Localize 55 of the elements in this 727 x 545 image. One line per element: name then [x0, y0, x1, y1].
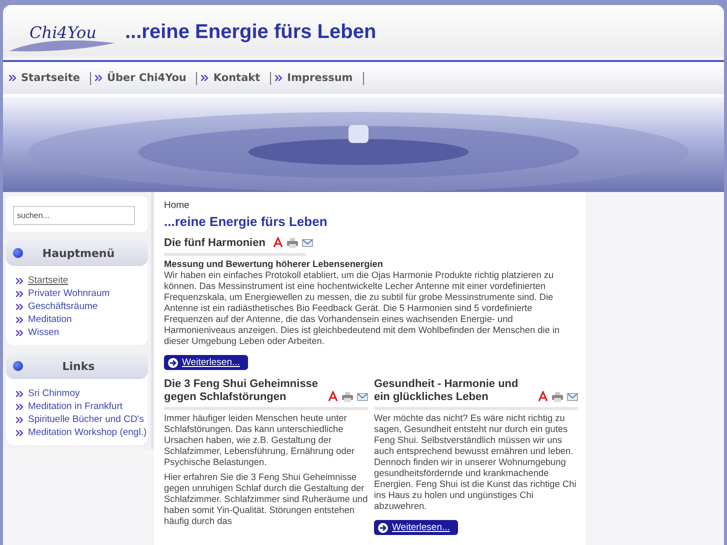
arrow-icon	[378, 522, 388, 532]
email-icon[interactable]	[302, 238, 314, 246]
email-icon[interactable]	[357, 392, 368, 400]
article-text: Hier erfahren Sie die 3 Feng Shui Geheimnisse gegen unruhigen Schlaf durch die Gestaltung der Schlafzimmer. Schlafzimmer sind Ruheräume und haben somit Yin-Qualität. Störungen entstehen häufig durch das	[164, 472, 368, 527]
arrow-icon	[168, 358, 178, 368]
menu-link[interactable]: Meditation in Frankfurt	[28, 401, 123, 412]
chevron-icon	[16, 330, 23, 336]
chevron-icon	[16, 278, 23, 284]
search-field[interactable]: suchen...	[13, 206, 135, 225]
module-title: Links	[61, 360, 96, 372]
nav-link[interactable]: Startseite	[21, 72, 91, 84]
chevron-icon	[16, 404, 23, 410]
print-icon[interactable]	[552, 392, 563, 402]
pdf-icon[interactable]	[538, 391, 548, 402]
menu-link[interactable]: Spirituelle Bücher und CD's	[28, 414, 144, 425]
chevron-icon	[16, 290, 23, 296]
article-text: Wer möchte das nicht? Es wäre nicht richtig zu sagen, Gesundheit entsteht nur durch ein gutes Feng Shui. Selbstverständlich müssen wir uns auch entsprechend bewusst ernähren und leben. Dennoch finden wir in unserer Wohnumgebung gesundheitsfördernde und krankmachende Energien. Feng Shui ist die Kunst das richtige Chi ins Haus zu holen und ungünstiges Chi abzuwehren.	[374, 413, 578, 512]
menu-link[interactable]: Meditation Workshop (engl.)	[28, 427, 147, 438]
nav-link[interactable]: Über Chi4You	[106, 72, 198, 84]
nav-link[interactable]: Kontakt	[213, 72, 272, 84]
nav-link[interactable]: Impressum	[287, 72, 364, 84]
menu-link[interactable]: Wissen	[28, 327, 60, 338]
chevron-icon	[16, 430, 23, 436]
print-icon[interactable]	[287, 238, 298, 248]
chevron-icon	[16, 304, 23, 310]
logo[interactable]: Chi4You	[7, 12, 119, 52]
chevron-icon	[9, 75, 16, 81]
chevron-icon	[275, 75, 282, 81]
pdf-icon[interactable]	[273, 237, 284, 248]
pdf-icon[interactable]	[328, 391, 338, 402]
chevron-icon	[201, 75, 208, 81]
chevron-icon	[16, 390, 23, 396]
page-title: ...reine Energie fürs Leben	[164, 214, 328, 229]
chevron-icon	[16, 316, 23, 322]
chevron-icon	[94, 75, 102, 81]
article-title: Die fünf Harmonien	[164, 237, 266, 250]
menu-link[interactable]: Meditation	[28, 314, 72, 325]
article-title: Gesundheit - Harmonie und ein glückliches Leben	[374, 378, 520, 404]
menu-link[interactable]: Geschäftsräume	[28, 301, 98, 312]
article-title: Die 3 Feng Shui Geheimnisse gegen Schlafstörungen	[164, 378, 320, 404]
read-more-button[interactable]: Weiterlesen...	[374, 520, 458, 535]
email-icon[interactable]	[567, 392, 578, 400]
ball-icon	[13, 361, 23, 371]
menu-link[interactable]: Startseite	[28, 275, 68, 286]
breadcrumb-link[interactable]: Home	[164, 200, 578, 211]
menu-link[interactable]: Sri Chinmoy	[28, 388, 80, 399]
site-slogan: ...reine Energie fürs Leben	[125, 21, 376, 44]
ball-icon	[13, 248, 23, 258]
print-icon[interactable]	[342, 392, 353, 402]
chevron-icon	[16, 416, 23, 422]
read-more-button[interactable]: Weiterlesen...	[164, 355, 248, 370]
article-text: Messung und Bewertung höherer Lebensenergien Wir haben ein einfaches Protokoll etabliert, um die Ojas Harmonie Produkte richtig platzieren zu können. Das Messinstrument ist eine hochentwickelte Lecher Antenne mit einer vordefinierten Frequenzskala, um Energiewellen zu messen, die zu subtil für grobe Messinstrumente sind. Die Antenne ist ein radiästhetisches Bio Feedback Gerät. Die 5 Harmonien sind 5 vordefinierte Frequenzen auf der Antenne, die das Vorhandensein eines wachsenden Energie- und Harmonieniveaus anzeigen. Dies ist gleichbedeutend mit dem Wohlbefinden der Menschen die in dieser Umgebung Leben oder Arbeiten.	[164, 259, 561, 347]
menu-link[interactable]: Privater Wohnraum	[28, 288, 110, 299]
article-text: Immer häufiger leiden Menschen heute unter Schlafstörungen. Das kann unterschiedliche Ursachen haben, wie z.B. Gestaltung der Schlafzimmer, Lebensführung, Ernährung oder Psychische Belastungen.	[164, 413, 356, 468]
module-title: Hauptmenü	[41, 246, 116, 260]
